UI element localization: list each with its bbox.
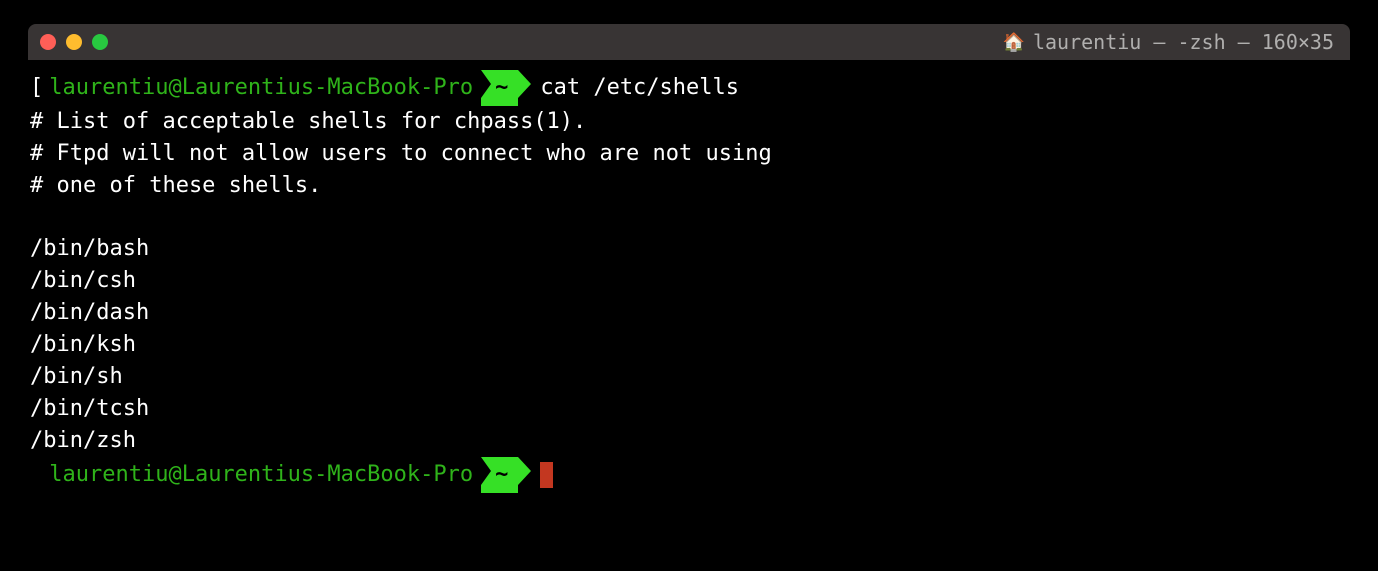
cwd-badge: ~ [481, 70, 518, 106]
output-line: /bin/bash [30, 233, 1348, 265]
output-line: # one of these shells. [30, 170, 1348, 202]
output-line [30, 202, 1348, 234]
prompt-line-1: [ laurentiu@Laurentius-MacBook-Pro ~ cat… [30, 70, 1348, 106]
maximize-button[interactable] [92, 34, 108, 50]
prompt-line-2: laurentiu@Laurentius-MacBook-Pro ~ [30, 457, 1348, 493]
user-host: laurentiu@Laurentius-MacBook-Pro [49, 72, 473, 104]
cwd-badge-2: ~ [481, 457, 518, 493]
home-icon: 🏠 [1003, 32, 1025, 53]
user-host-2: laurentiu@Laurentius-MacBook-Pro [49, 459, 473, 491]
cwd-badge-text: ~ [481, 70, 518, 106]
output-line: /bin/ksh [30, 329, 1348, 361]
cursor [540, 462, 553, 488]
window-title: 🏠 laurentiu — -zsh — 160×35 [1003, 30, 1334, 54]
prompt-bracket: [ [30, 72, 43, 104]
close-button[interactable] [40, 34, 56, 50]
output-line: # List of acceptable shells for chpass(1… [30, 106, 1348, 138]
output-line: /bin/dash [30, 297, 1348, 329]
title-bar: 🏠 laurentiu — -zsh — 160×35 [28, 24, 1350, 60]
output-line: /bin/tcsh [30, 393, 1348, 425]
output-line: # Ftpd will not allow users to connect w… [30, 138, 1348, 170]
output-block: # List of acceptable shells for chpass(1… [30, 106, 1348, 457]
traffic-lights [40, 34, 108, 50]
output-line: /bin/zsh [30, 425, 1348, 457]
minimize-button[interactable] [66, 34, 82, 50]
terminal-window: 🏠 laurentiu — -zsh — 160×35 [ laurentiu@… [28, 24, 1350, 503]
output-line: /bin/csh [30, 265, 1348, 297]
terminal-content[interactable]: [ laurentiu@Laurentius-MacBook-Pro ~ cat… [28, 60, 1350, 503]
title-label: laurentiu — -zsh — 160×35 [1033, 30, 1334, 54]
cwd-badge-text-2: ~ [481, 457, 518, 493]
prompt-bracket-spacer [30, 459, 43, 491]
output-line: /bin/sh [30, 361, 1348, 393]
command-text: cat /etc/shells [540, 72, 739, 104]
